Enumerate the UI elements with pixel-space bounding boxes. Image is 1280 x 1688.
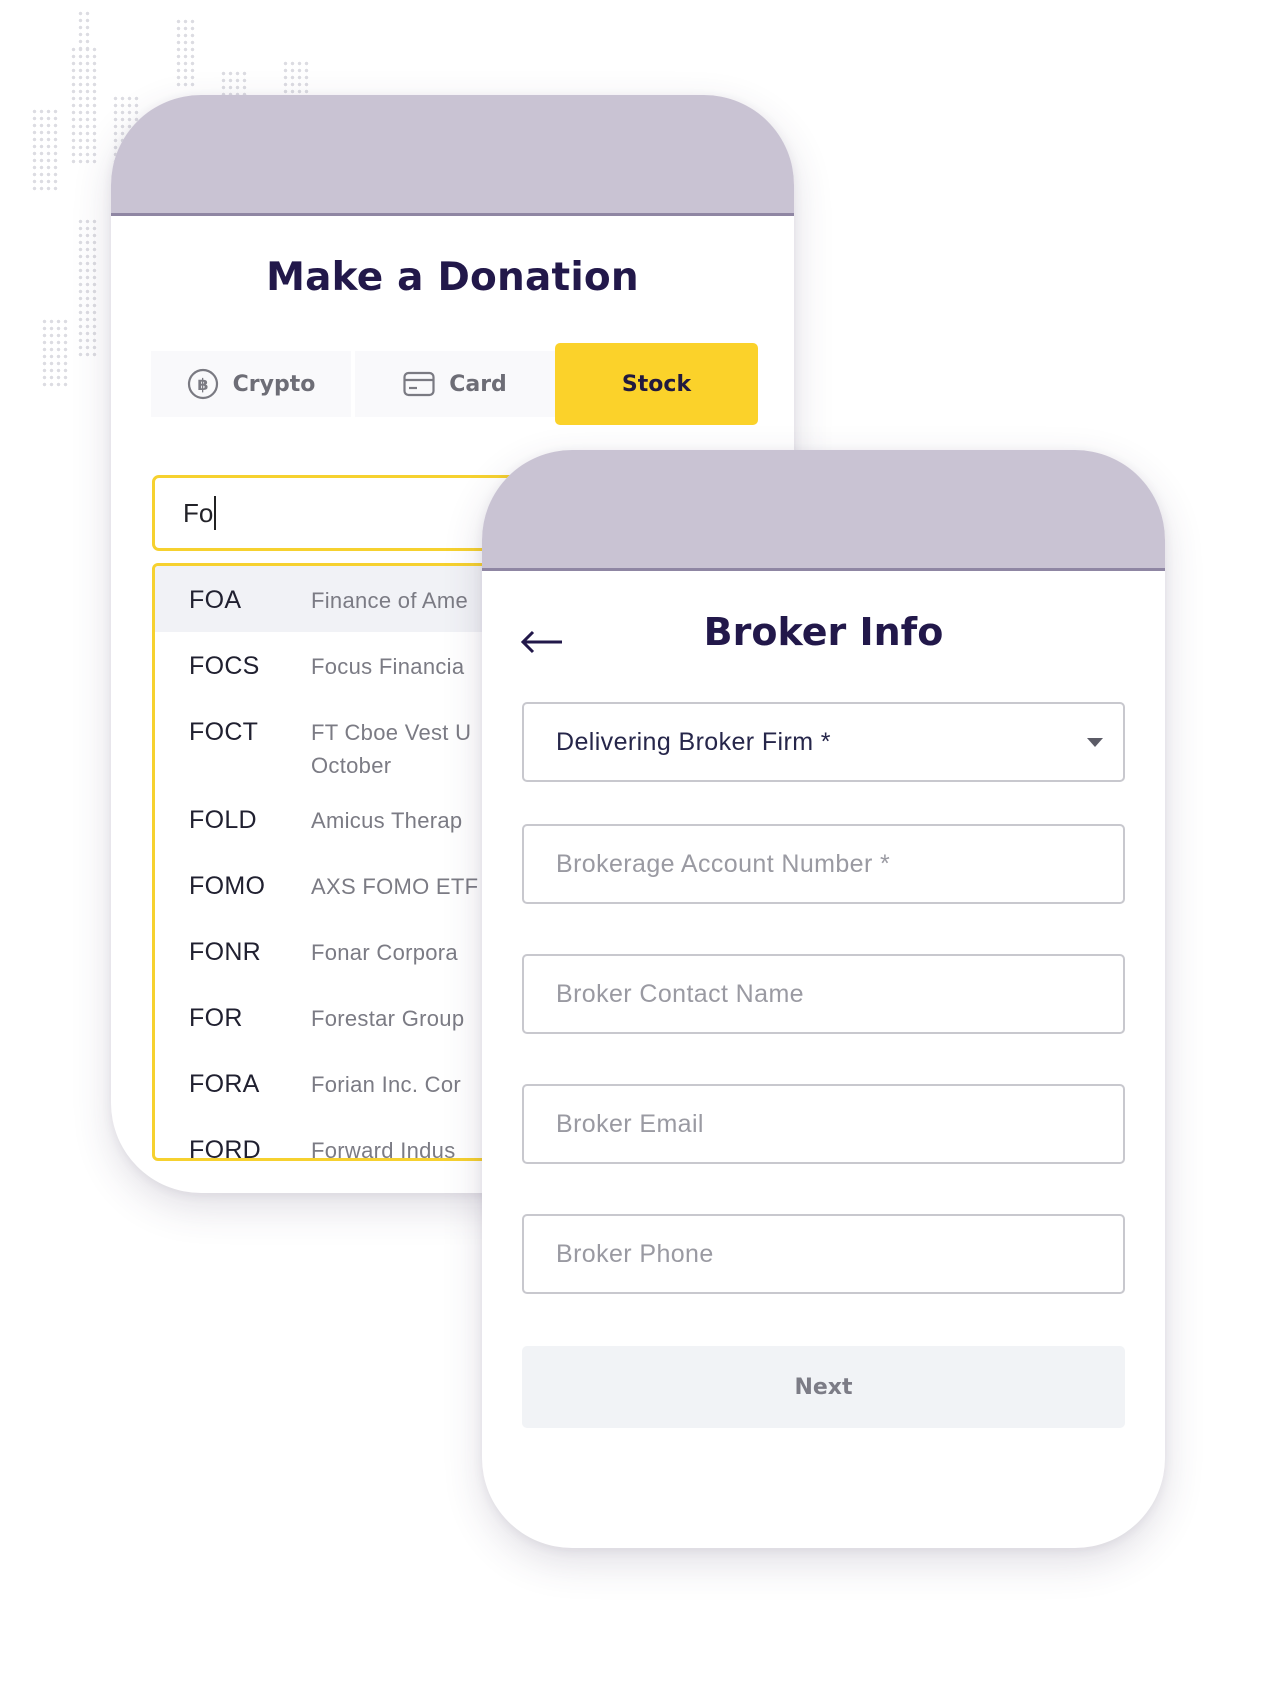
- tab-card[interactable]: Card: [355, 351, 555, 417]
- phone-header-bar: [482, 450, 1165, 571]
- bitcoin-icon: ฿: [187, 368, 219, 400]
- search-value: Fo: [183, 497, 214, 528]
- result-symbol: FONR: [189, 938, 262, 966]
- donation-type-tabs: ฿ Crypto Card Stock: [151, 343, 758, 425]
- phone-header-bar: [111, 95, 794, 216]
- result-symbol: FOMO: [189, 872, 266, 900]
- credit-card-icon: [403, 371, 435, 397]
- result-symbol: FORD: [189, 1136, 262, 1161]
- result-symbol: FORA: [189, 1070, 260, 1098]
- field-placeholder: Broker Phone: [556, 1239, 714, 1268]
- select-value: Delivering Broker Firm *: [556, 727, 831, 756]
- tab-label: Card: [449, 371, 507, 397]
- broker-email-field[interactable]: Broker Email: [522, 1084, 1125, 1164]
- result-symbol: FOCS: [189, 652, 260, 680]
- broker-phone-frame: Broker Info Delivering Broker Firm * Bro…: [482, 450, 1165, 1548]
- svg-text:฿: ฿: [197, 375, 208, 394]
- next-button[interactable]: Next: [522, 1346, 1125, 1428]
- account-number-field[interactable]: Brokerage Account Number *: [522, 824, 1125, 904]
- field-placeholder: Broker Contact Name: [556, 979, 804, 1008]
- result-symbol: FOA: [189, 586, 242, 614]
- field-placeholder: Broker Email: [556, 1109, 704, 1138]
- field-placeholder: Brokerage Account Number *: [556, 849, 891, 878]
- chevron-down-icon: [1087, 738, 1103, 747]
- tab-label: Stock: [621, 371, 692, 397]
- page-title: Make a Donation: [266, 255, 639, 300]
- result-name: FT Cboe Vest U October: [311, 720, 472, 778]
- text-caret: [214, 496, 217, 530]
- result-symbol: FOCT: [189, 718, 259, 746]
- tab-stock[interactable]: Stock: [555, 343, 758, 425]
- result-symbol: FOLD: [189, 806, 257, 834]
- contact-name-field[interactable]: Broker Contact Name: [522, 954, 1125, 1034]
- tab-label: Crypto: [232, 371, 316, 397]
- tab-crypto[interactable]: ฿ Crypto: [151, 351, 351, 417]
- result-symbol: FOR: [189, 1004, 243, 1032]
- broker-phone-field[interactable]: Broker Phone: [522, 1214, 1125, 1294]
- broker-firm-select[interactable]: Delivering Broker Firm *: [522, 702, 1125, 782]
- page-title: Broker Info: [703, 610, 944, 654]
